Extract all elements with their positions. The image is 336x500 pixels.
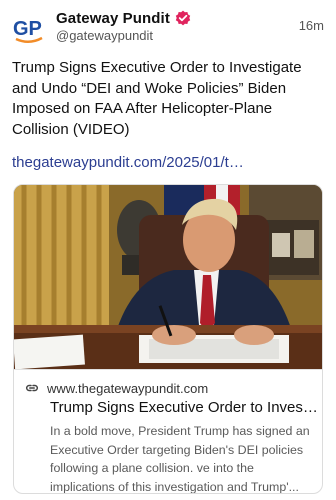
verified-badge-icon xyxy=(175,10,191,26)
card-title[interactable]: Trump Signs Executive Order to Investiga… xyxy=(50,399,318,416)
svg-text:GP: GP xyxy=(13,18,42,40)
display-name[interactable]: Gateway Pundit xyxy=(56,10,170,27)
link-icon xyxy=(25,381,39,395)
post-link[interactable]: thegatewaypundit.com/2025/01/t… xyxy=(12,154,324,171)
post[interactable]: GP Gateway Pundit @gatewaypundit 16m Tru… xyxy=(0,0,336,500)
avatar-logo: GP xyxy=(13,18,43,43)
handle[interactable]: @gatewaypundit xyxy=(56,28,153,43)
link-card[interactable]: www.thegatewaypundit.com Trump Signs Exe… xyxy=(13,184,323,494)
post-text: Trump Signs Executive Order to Investiga… xyxy=(12,59,302,138)
domain-row: www.thegatewaypundit.com xyxy=(25,380,208,396)
post-header: GP Gateway Pundit @gatewaypundit 16m xyxy=(12,8,324,48)
timestamp[interactable]: 16m xyxy=(299,18,324,33)
card-image[interactable] xyxy=(14,185,322,369)
name-row: Gateway Pundit xyxy=(56,8,191,28)
card-domain[interactable]: www.thegatewaypundit.com xyxy=(47,381,208,396)
card-description: In a bold move, President Trump has sign… xyxy=(50,424,310,494)
card-meta: www.thegatewaypundit.com Trump Signs Exe… xyxy=(14,369,322,494)
avatar[interactable]: GP xyxy=(12,12,46,46)
